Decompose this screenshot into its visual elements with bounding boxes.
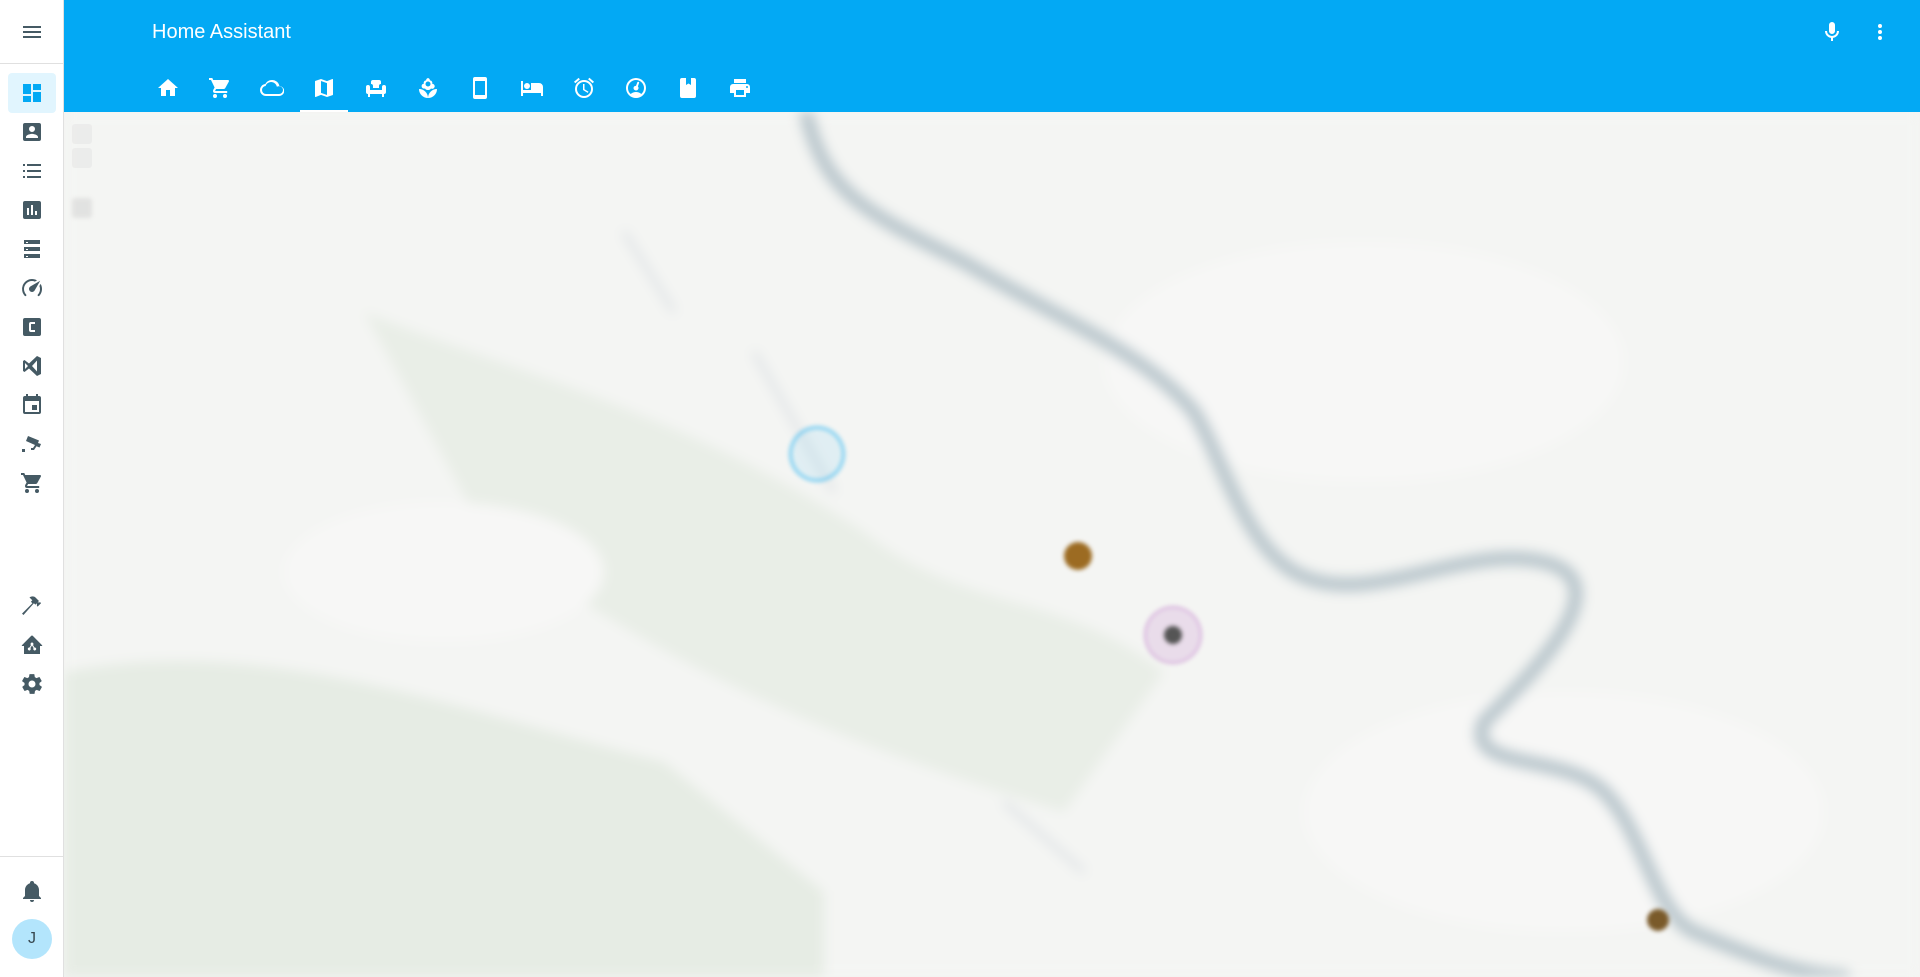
zoom-controls: [72, 124, 92, 174]
sidebar-item-shopping[interactable]: [8, 463, 56, 503]
chart-box-icon: [20, 198, 44, 222]
speedometer-icon: [20, 276, 44, 300]
bed-icon: [520, 76, 544, 100]
vscode-icon: [20, 354, 44, 378]
dots-vertical-icon: [1868, 20, 1892, 44]
sidebar: J: [0, 0, 64, 977]
sofa-icon: [364, 76, 388, 100]
tab-devices[interactable]: [454, 64, 506, 112]
top-app-bar: Home Assistant: [64, 0, 1920, 112]
device-marker[interactable]: [1164, 626, 1182, 644]
tab-library[interactable]: [662, 64, 714, 112]
tab-alarm[interactable]: [558, 64, 610, 112]
sidebar-item-logbook[interactable]: [8, 151, 56, 191]
voice-button[interactable]: [1820, 20, 1844, 44]
home-zone-marker[interactable]: [789, 426, 845, 482]
printer-icon: [728, 76, 752, 100]
view-tabs: [142, 64, 766, 112]
sidebar-item-dashboard[interactable]: [8, 268, 56, 308]
cctv-icon: [20, 432, 44, 456]
sidebar-item-energy[interactable]: [8, 112, 56, 152]
sidebar-header: [0, 0, 63, 64]
sidebar-item-settings[interactable]: [8, 664, 56, 704]
sidebar-item-vscode[interactable]: [8, 346, 56, 386]
zoom-out-button[interactable]: [72, 148, 92, 168]
alpha-c-box-icon: [20, 315, 44, 339]
account-box-icon: [20, 120, 44, 144]
sidebar-item-overview[interactable]: [8, 73, 56, 113]
alarm-icon: [572, 76, 596, 100]
tab-shopping[interactable]: [194, 64, 246, 112]
home-assistant-app: J Home Assistant: [0, 0, 1920, 977]
avatar[interactable]: J: [12, 919, 52, 959]
cart-icon: [20, 471, 44, 495]
tab-home[interactable]: [142, 64, 194, 112]
flower-icon: [416, 76, 440, 100]
sidebar-item-c-panel[interactable]: [8, 307, 56, 347]
dashboard-icon: [20, 81, 44, 105]
cart-icon: [208, 76, 232, 100]
overflow-menu-button[interactable]: [1868, 20, 1892, 44]
book-icon: [676, 76, 700, 100]
hammer-icon: [20, 594, 44, 618]
home-icon: [156, 76, 180, 100]
map-icon: [312, 76, 336, 100]
server-icon: [20, 237, 44, 261]
sidebar-divider: [0, 856, 64, 857]
microphone-icon: [1820, 20, 1844, 44]
person-marker[interactable]: [1064, 542, 1092, 570]
zoom-in-button[interactable]: [72, 124, 92, 144]
sidebar-item-supervisor[interactable]: [8, 625, 56, 665]
home-assistant-icon: [20, 633, 44, 657]
sidebar-item-cameras[interactable]: [8, 424, 56, 464]
tab-living-room[interactable]: [350, 64, 402, 112]
sidebar-item-developer-tools[interactable]: [8, 586, 56, 626]
calendar-icon: [20, 393, 44, 417]
menu-icon[interactable]: [20, 20, 44, 44]
cog-icon: [20, 672, 44, 696]
bell-icon: [20, 879, 44, 903]
tab-printer[interactable]: [714, 64, 766, 112]
map-view[interactable]: [64, 112, 1920, 977]
person-marker[interactable]: [1647, 909, 1669, 931]
user-initial: J: [28, 930, 36, 947]
tab-map[interactable]: [298, 64, 350, 112]
sidebar-item-calendar[interactable]: [8, 385, 56, 425]
sidebar-item-server[interactable]: [8, 229, 56, 269]
tab-energy[interactable]: [610, 64, 662, 112]
layers-button[interactable]: [72, 198, 92, 218]
gauge-icon: [624, 76, 648, 100]
tab-garden[interactable]: [402, 64, 454, 112]
map-tiles: [64, 112, 1920, 977]
cloud-outline-icon: [260, 76, 284, 100]
sidebar-item-notifications[interactable]: [8, 871, 56, 911]
page-title: Home Assistant: [152, 21, 291, 43]
format-list-bulleted-icon: [20, 159, 44, 183]
tab-bedroom[interactable]: [506, 64, 558, 112]
tab-weather[interactable]: [246, 64, 298, 112]
cellphone-icon: [468, 76, 492, 100]
sidebar-item-history[interactable]: [8, 190, 56, 230]
